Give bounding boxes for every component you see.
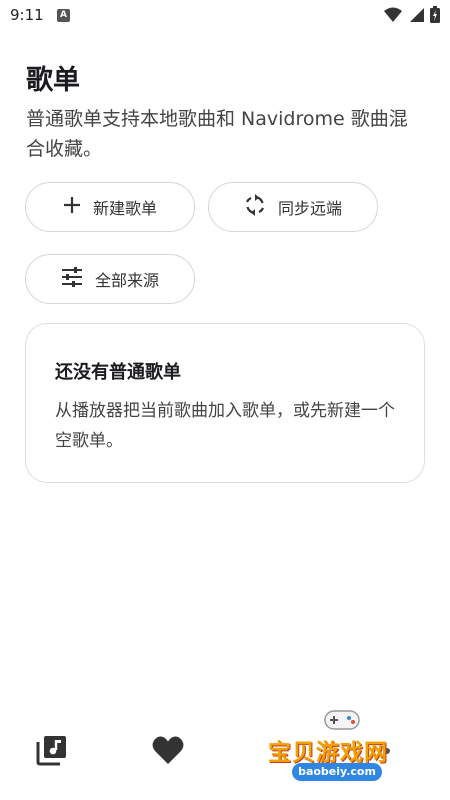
plus-icon [63,196,81,218]
status-time: 9:11 [10,6,44,24]
wifi-icon [384,7,402,27]
playlist-screen: 9:11 A 歌单 普通歌单支持本地歌曲和 Navidrome 歌曲混合收藏。 … [0,0,450,800]
nav-library[interactable] [32,732,72,772]
new-playlist-button[interactable]: 新建歌单 [25,182,195,232]
empty-state-text: 从播放器把当前歌曲加入歌单，或先新建一个空歌单。 [55,401,395,451]
status-bar: 9:11 A [0,0,450,32]
empty-state-card: 还没有普通歌单 从播放器把当前歌曲加入歌单，或先新建一个空歌单。 [25,323,425,483]
battery-icon [430,6,440,27]
notification-a-icon: A [57,9,70,22]
status-icons [384,6,440,27]
heart-icon [152,735,184,769]
page-description: 普通歌单支持本地歌曲和 Navidrome 歌曲混合收藏。 [26,108,408,160]
sync-icon [244,194,266,220]
empty-state-title: 还没有普通歌单 [55,362,181,383]
tune-icon [61,267,83,291]
all-sources-label: 全部来源 [94,271,159,290]
watermark-url: baobeiy.com [292,763,382,781]
site-watermark: 宝贝游戏网 baobeiy.com [262,705,422,785]
sync-remote-label: 同步远端 [277,199,342,218]
nav-favorites[interactable] [148,732,188,772]
signal-icon [408,7,424,27]
music-library-icon [36,734,68,770]
sync-remote-button[interactable]: 同步远端 [208,182,378,232]
watermark-text: 宝贝游戏网 [268,740,388,766]
page-title: 歌单 [26,65,80,96]
new-playlist-label: 新建歌单 [92,199,157,218]
all-sources-filter[interactable]: 全部来源 [25,254,195,304]
